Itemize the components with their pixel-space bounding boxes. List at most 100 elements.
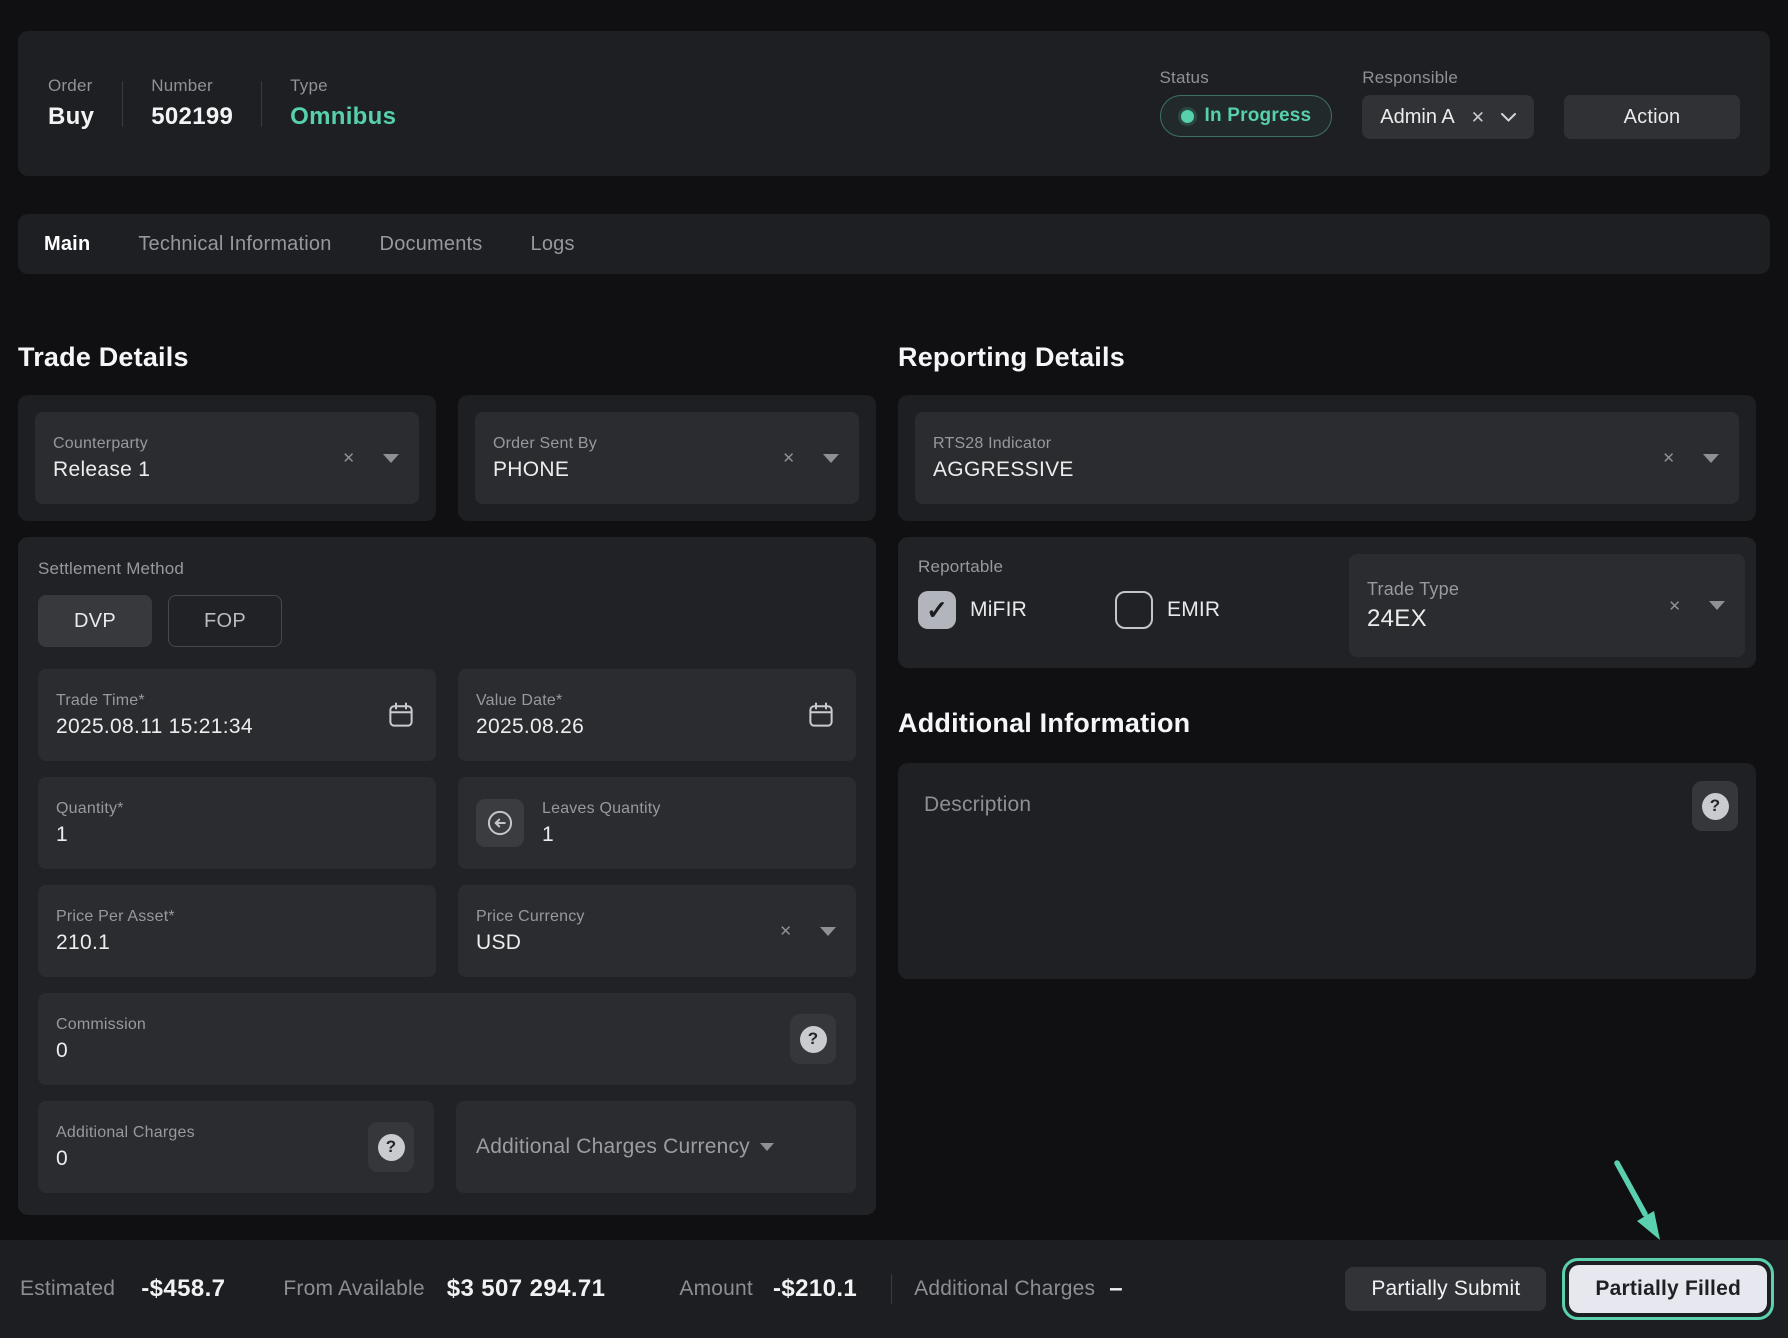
trade-time-label: Trade Time* [56, 692, 253, 710]
amount-label: Amount [679, 1277, 753, 1301]
status-group: Status In Progress [1160, 68, 1333, 137]
settlement-method-label: Settlement Method [38, 559, 856, 579]
additional-information-title: Additional Information [898, 708, 1756, 739]
additional-charges-label: Additional Charges [56, 1124, 195, 1142]
dropdown-caret-icon[interactable] [820, 927, 836, 936]
price-per-asset-field[interactable]: Price Per Asset* 210.1 [38, 885, 436, 977]
price-currency-label: Price Currency [476, 908, 585, 926]
tab-documents[interactable]: Documents [380, 233, 483, 256]
emir-label: EMIR [1167, 598, 1220, 622]
partially-submit-button[interactable]: Partially Submit [1345, 1267, 1546, 1311]
rts28-label: RTS28 Indicator [933, 435, 1074, 453]
tab-bar: Main Technical Information Documents Log… [18, 214, 1770, 274]
trade-time-value: 2025.08.11 15:21:34 [56, 715, 253, 739]
counterparty-label: Counterparty [53, 435, 150, 453]
dropdown-caret-icon[interactable] [760, 1143, 774, 1151]
dropdown-caret-icon[interactable] [1709, 601, 1725, 610]
status-dot-icon [1181, 110, 1194, 123]
clear-icon[interactable]: ✕ [1668, 597, 1681, 615]
trade-type-value: 24EX [1367, 605, 1459, 633]
dropdown-caret-icon[interactable] [1703, 454, 1719, 463]
order-header: Order Buy Number 502199 Type Omnibus Sta… [18, 31, 1770, 176]
quantity-field[interactable]: Quantity* 1 [38, 777, 436, 869]
order-sent-by-select[interactable]: Order Sent By PHONE ✕ [475, 412, 859, 504]
description-help-button[interactable]: ? [1692, 781, 1738, 831]
counterparty-select[interactable]: Counterparty Release 1 ✕ [35, 412, 419, 504]
tab-main[interactable]: Main [44, 233, 90, 256]
order-side-value: Buy [48, 103, 94, 131]
question-icon: ? [1702, 793, 1729, 820]
price-currency-select[interactable]: Price Currency USD ✕ [458, 885, 856, 977]
dvp-button[interactable]: DVP [38, 595, 152, 647]
footer-summary-bar: Estimated -$458.7 From Available $3 507 … [0, 1240, 1788, 1338]
order-sent-by-card: Order Sent By PHONE ✕ [458, 395, 876, 521]
action-button[interactable]: Action [1564, 95, 1740, 139]
clear-icon[interactable]: ✕ [1662, 449, 1675, 467]
estimated-label: Estimated [20, 1277, 115, 1301]
copy-quantity-button[interactable] [476, 799, 524, 847]
leaves-quantity-label: Leaves Quantity [542, 800, 661, 818]
order-type-group: Type Omnibus [290, 76, 396, 131]
trade-type-select[interactable]: Trade Type 24EX ✕ [1349, 554, 1745, 657]
description-card: Description ? [898, 763, 1756, 979]
question-icon: ? [800, 1026, 827, 1053]
counterparty-value: Release 1 [53, 458, 150, 482]
divider [261, 81, 262, 127]
dropdown-caret-icon[interactable] [383, 454, 399, 463]
counterparty-card: Counterparty Release 1 ✕ [18, 395, 436, 521]
responsible-group: Responsible Admin A ✕ [1362, 68, 1534, 139]
annotation-arrow-icon [1590, 1128, 1680, 1250]
tab-technical-information[interactable]: Technical Information [138, 233, 331, 256]
dropdown-caret-icon[interactable] [823, 454, 839, 463]
quantity-value: 1 [56, 823, 124, 847]
reportable-card: Reportable ✓ MiFIR EMIR Trade Type 24EX … [898, 537, 1756, 668]
additional-charges-field[interactable]: Additional Charges 0 ? [38, 1101, 434, 1193]
rts28-indicator-select[interactable]: RTS28 Indicator AGGRESSIVE ✕ [915, 412, 1739, 504]
order-type-value: Omnibus [290, 103, 396, 131]
rts28-card: RTS28 Indicator AGGRESSIVE ✕ [898, 395, 1756, 521]
responsible-label: Responsible [1362, 68, 1534, 88]
description-input[interactable]: Description [924, 793, 1031, 816]
calendar-icon[interactable] [386, 700, 416, 730]
tab-logs[interactable]: Logs [531, 233, 575, 256]
commission-help-button[interactable]: ? [790, 1014, 836, 1064]
emir-checkbox[interactable] [1115, 591, 1153, 629]
order-number-group: Number 502199 [151, 76, 233, 131]
commission-label: Commission [56, 1016, 146, 1034]
mifir-checkbox[interactable]: ✓ [918, 591, 956, 629]
commission-value: 0 [56, 1039, 146, 1063]
from-available-label: From Available [283, 1277, 424, 1301]
leaves-quantity-field[interactable]: Leaves Quantity 1 [458, 777, 856, 869]
estimated-value: -$458.7 [141, 1275, 225, 1303]
order-side-group: Order Buy [48, 76, 94, 131]
additional-charges-currency-select[interactable]: Additional Charges Currency [456, 1101, 856, 1193]
reporting-details-title: Reporting Details [898, 342, 1756, 373]
order-sent-by-value: PHONE [493, 458, 597, 482]
responsible-select[interactable]: Admin A ✕ [1362, 95, 1534, 139]
price-per-asset-label: Price Per Asset* [56, 908, 175, 926]
clear-icon[interactable]: ✕ [782, 449, 795, 467]
trade-time-field[interactable]: Trade Time* 2025.08.11 15:21:34 [38, 669, 436, 761]
clear-icon[interactable]: ✕ [779, 922, 792, 940]
spacer [1564, 68, 1740, 88]
calendar-icon[interactable] [806, 700, 836, 730]
partially-filled-button[interactable]: Partially Filled [1569, 1265, 1767, 1313]
chevron-down-icon[interactable] [1501, 113, 1516, 122]
order-label: Order [48, 76, 94, 96]
commission-field[interactable]: Commission 0 ? [38, 993, 856, 1085]
clear-responsible-icon[interactable]: ✕ [1471, 109, 1485, 126]
price-per-asset-value: 210.1 [56, 931, 175, 955]
fop-button[interactable]: FOP [168, 595, 282, 647]
value-date-value: 2025.08.26 [476, 715, 584, 739]
status-label: Status [1160, 68, 1333, 88]
amount-value: -$210.1 [773, 1275, 857, 1303]
additional-charges-help-button[interactable]: ? [368, 1122, 414, 1172]
status-value: In Progress [1205, 105, 1312, 127]
value-date-field[interactable]: Value Date* 2025.08.26 [458, 669, 856, 761]
clear-icon[interactable]: ✕ [342, 449, 355, 467]
price-currency-value: USD [476, 931, 585, 955]
from-available-value: $3 507 294.71 [447, 1275, 606, 1303]
responsible-value: Admin A [1380, 106, 1454, 129]
order-number-value: 502199 [151, 103, 233, 131]
leaves-quantity-value: 1 [542, 823, 661, 847]
